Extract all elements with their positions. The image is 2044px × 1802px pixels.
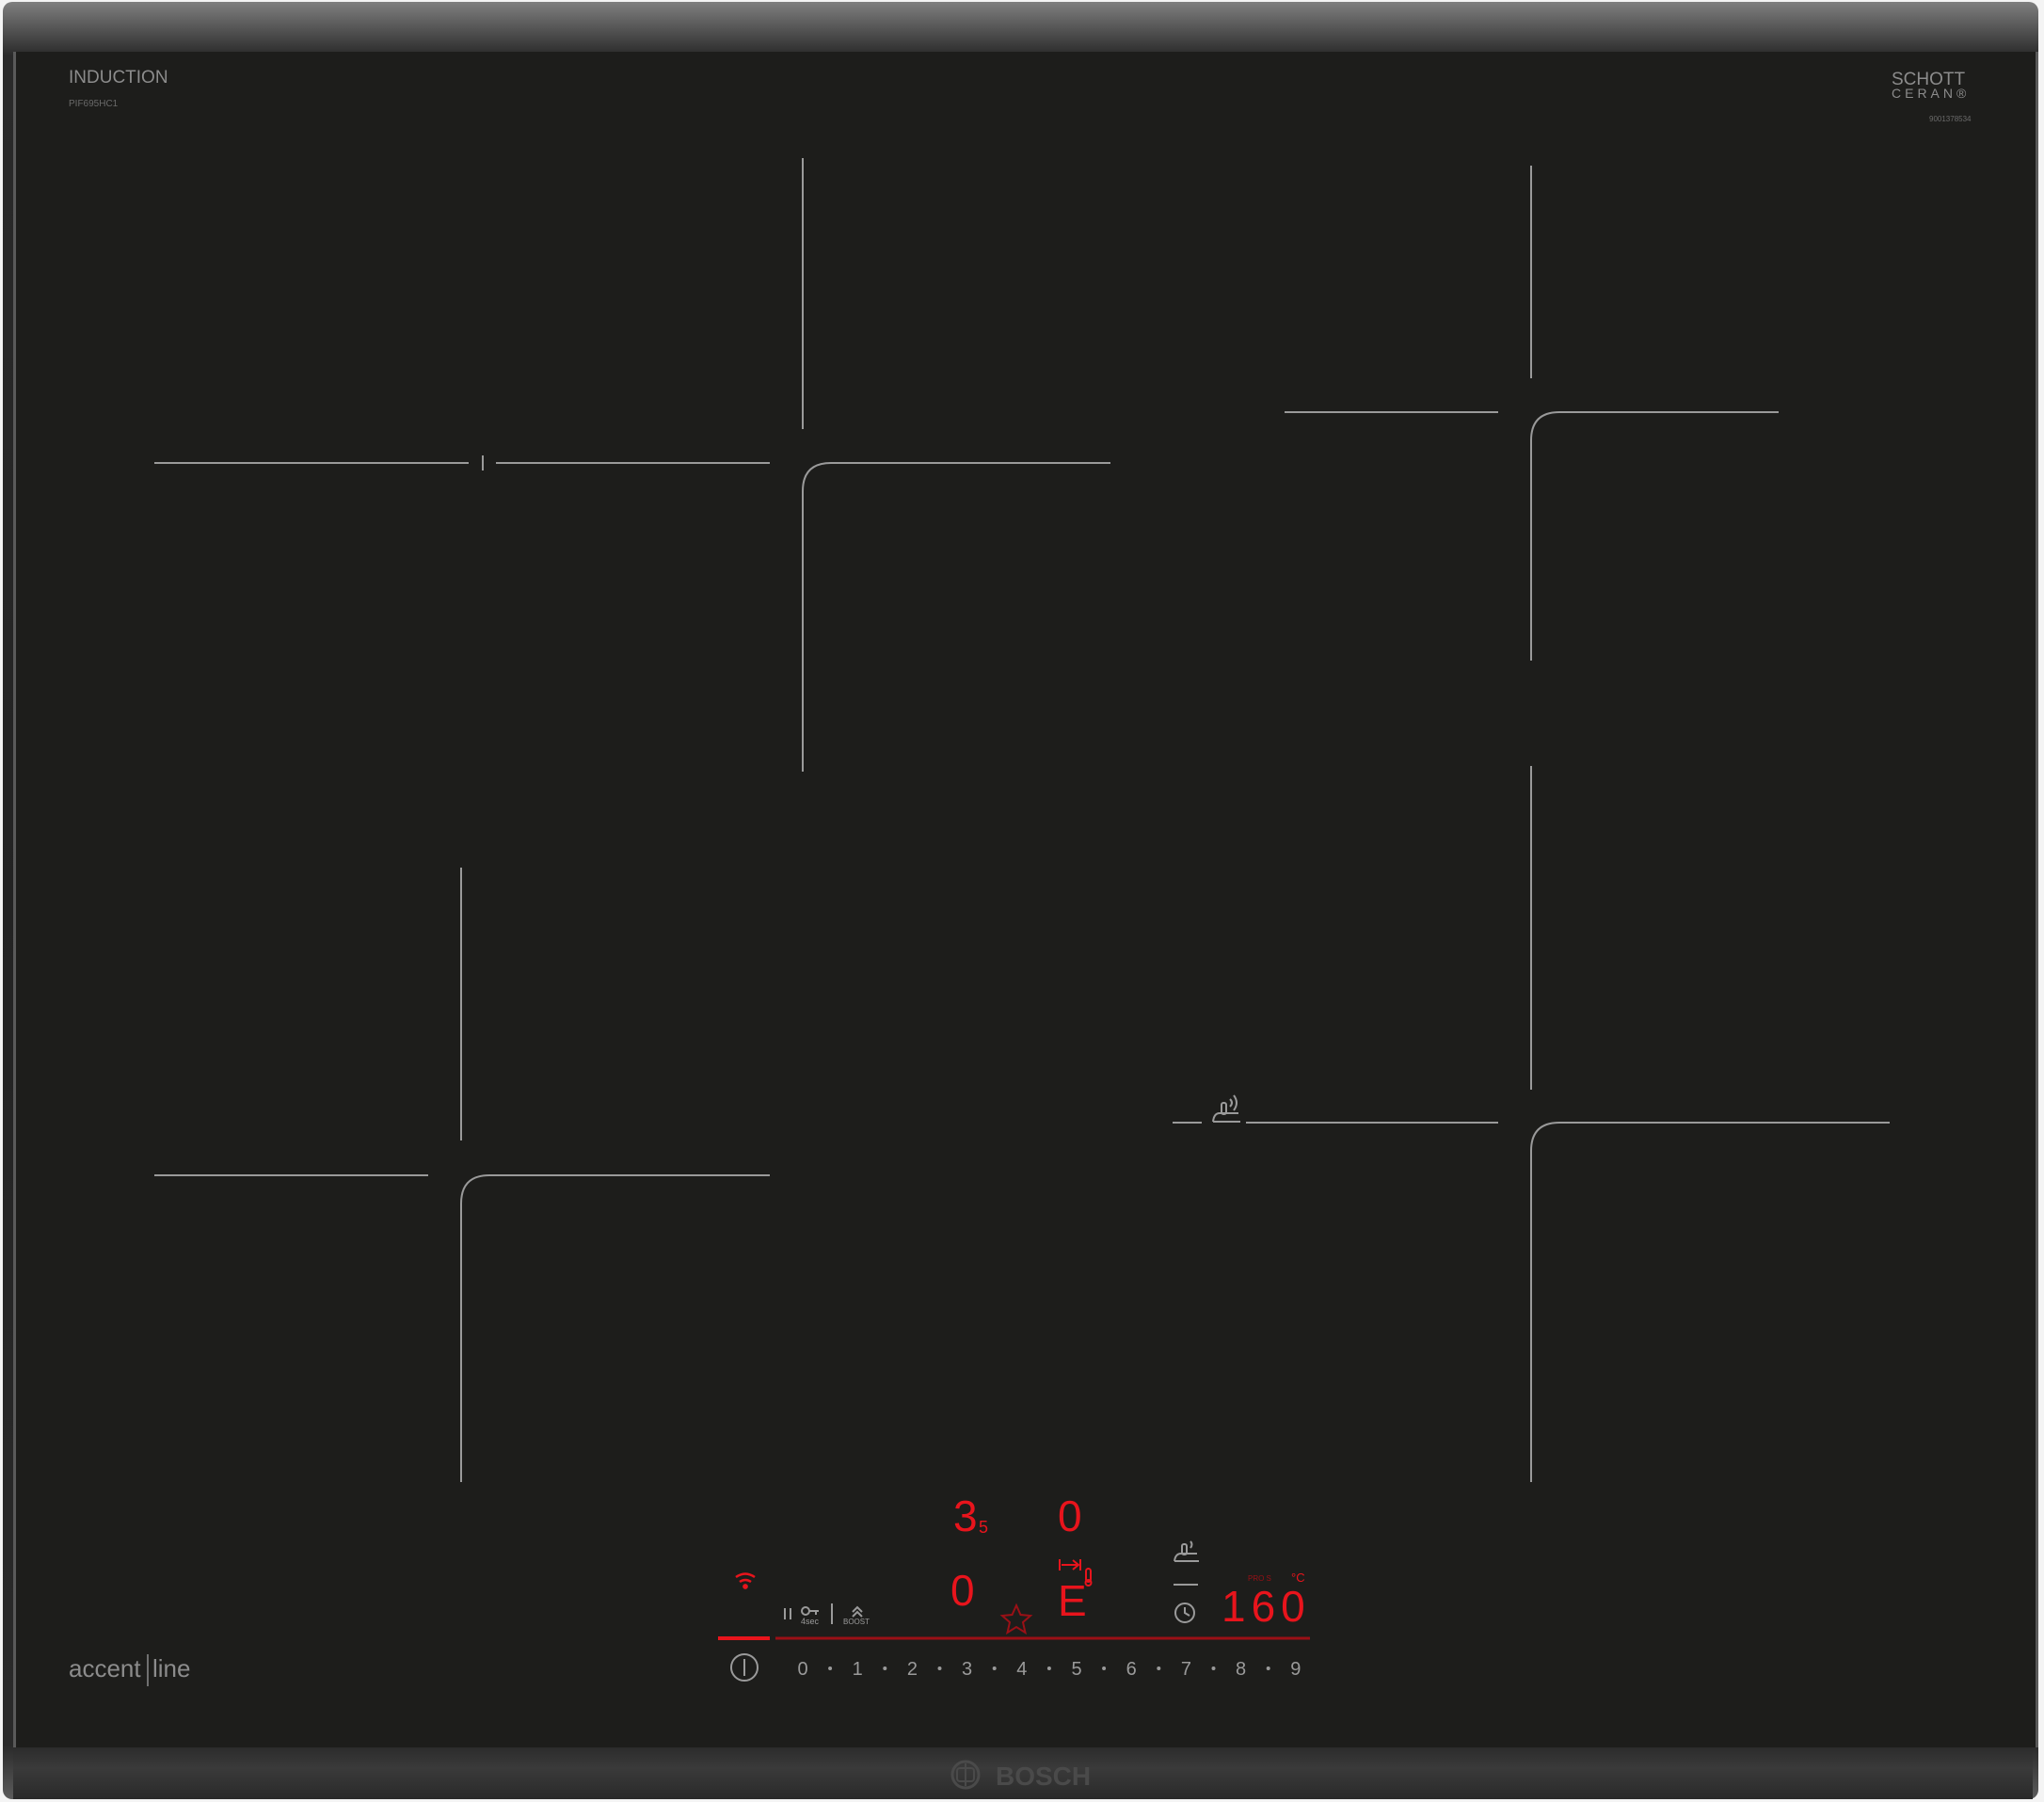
- boost-icon[interactable]: [852, 1605, 863, 1618]
- brand-name: BOSCH: [996, 1762, 1091, 1791]
- slider-dot[interactable]: [883, 1666, 887, 1670]
- boost-label: BOOST: [843, 1618, 870, 1626]
- zone-rear-right-level: 0: [1058, 1491, 1082, 1540]
- slider-value-2[interactable]: 2: [907, 1659, 918, 1680]
- zone-front-left-level: 0: [950, 1566, 975, 1615]
- power-slider[interactable]: 0 1 2 3 4 5 6 7 8 9: [797, 1659, 1301, 1680]
- slider-dot[interactable]: [1157, 1666, 1161, 1670]
- pan-sensor-icon[interactable]: [1174, 1540, 1199, 1562]
- series-name-part1: accent: [69, 1654, 141, 1682]
- frying-temperature: 160: [1222, 1582, 1311, 1631]
- slider-dot[interactable]: [937, 1666, 942, 1670]
- clock-icon[interactable]: [1174, 1603, 1195, 1623]
- zone-front-left[interactable]: [154, 868, 770, 1482]
- slider-value-0[interactable]: 0: [797, 1659, 807, 1680]
- slider-value-9[interactable]: 9: [1290, 1659, 1301, 1680]
- key-icon[interactable]: [801, 1606, 819, 1616]
- slider-value-6[interactable]: 6: [1126, 1659, 1137, 1680]
- wifi-icon[interactable]: [735, 1572, 756, 1589]
- slider-dot[interactable]: [1102, 1666, 1107, 1670]
- slider-value-3[interactable]: 3: [962, 1659, 972, 1680]
- slider-value-4[interactable]: 4: [1016, 1659, 1027, 1680]
- slider-value-7[interactable]: 7: [1181, 1659, 1191, 1680]
- cooktop-graphics: 4sec BOOST 3 5 0 0 E PRO S °C 160 0 1 2 …: [69, 68, 1972, 1791]
- pan-sensor-icon: [1212, 1094, 1240, 1123]
- model-number: PIF695HC1: [69, 99, 119, 109]
- bosch-logo: BOSCH: [950, 1760, 1091, 1791]
- lock-hint-text: 4sec: [801, 1617, 820, 1626]
- series-name-part2: line: [152, 1654, 190, 1682]
- glass-brand-line2: CERAN®: [1892, 86, 1970, 101]
- slider-value-8[interactable]: 8: [1236, 1659, 1246, 1680]
- slider-dot[interactable]: [992, 1666, 997, 1670]
- thermometer-icon: [1084, 1568, 1093, 1587]
- pause-icon[interactable]: [784, 1608, 791, 1619]
- power-icon[interactable]: [730, 1653, 759, 1682]
- slider-dot[interactable]: [1266, 1666, 1270, 1670]
- slider-value-1[interactable]: 1: [853, 1659, 863, 1680]
- control-panel: 4sec BOOST 3 5 0 0 E PRO S °C 160 0 1 2 …: [718, 1491, 1311, 1682]
- zone-rear-left-residual: 5: [979, 1518, 988, 1537]
- slider-dot[interactable]: [1046, 1666, 1051, 1670]
- zone-front-right[interactable]: [1173, 766, 1890, 1482]
- slider-dot[interactable]: [1211, 1666, 1216, 1670]
- slider-dot[interactable]: [828, 1666, 833, 1670]
- slider-value-5[interactable]: 5: [1071, 1659, 1081, 1680]
- move-arrow-icon[interactable]: [1059, 1559, 1081, 1571]
- zone-rear-left-level: 3: [953, 1491, 978, 1540]
- glass-code: 9001378534: [1929, 115, 1972, 123]
- star-icon[interactable]: [999, 1603, 1033, 1635]
- zone-markings: [154, 158, 1890, 1482]
- cooktop: 4sec BOOST 3 5 0 0 E PRO S °C 160 0 1 2 …: [0, 0, 2044, 1802]
- zone-front-right-level: E: [1058, 1576, 1087, 1625]
- cooktop-type-label: INDUCTION: [69, 68, 168, 88]
- zone-rear-right[interactable]: [1285, 166, 1779, 661]
- zone-rear-left[interactable]: [154, 158, 1110, 772]
